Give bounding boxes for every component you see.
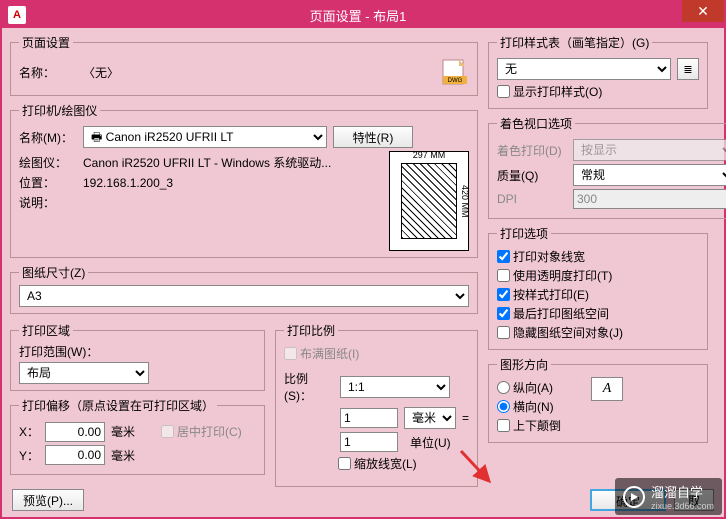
watermark-url: zixue.3d66.com bbox=[651, 501, 714, 511]
y-input[interactable] bbox=[45, 445, 105, 465]
center-checkbox bbox=[161, 425, 174, 438]
style-select[interactable]: 无 bbox=[497, 58, 671, 80]
ratio-label: 比例(S)： bbox=[284, 370, 334, 404]
plotter-value: Canon iR2520 UFRII LT - Windows 系统驱动... bbox=[83, 154, 331, 171]
watermark: 溜溜自学 zixue.3d66.com bbox=[615, 478, 722, 515]
opt-lw-label: 打印对象线宽 bbox=[513, 248, 585, 265]
scale-lw-label: 缩放线宽(L) bbox=[354, 455, 417, 472]
landscape-radio[interactable] bbox=[497, 400, 510, 413]
opt-hide-label: 隐藏图纸空间对象(J) bbox=[513, 324, 623, 341]
options-legend: 打印选项 bbox=[497, 225, 551, 242]
plot-area-group: 打印区域 打印范围(W)： 布局 bbox=[10, 322, 265, 391]
scale-legend: 打印比例 bbox=[284, 322, 338, 339]
viewport-legend: 着色视口选项 bbox=[497, 115, 575, 132]
style-group: 打印样式表（画笔指定）(G) 无 ≣ 显示打印样式(O) bbox=[488, 34, 708, 109]
paper-preview: 297 MM 420 MM bbox=[389, 151, 469, 251]
landscape-label: 横向(N) bbox=[513, 398, 554, 415]
paper-size-group: 图纸尺寸(Z) A3 bbox=[10, 264, 478, 314]
preview-height: 420 MM bbox=[460, 185, 470, 218]
svg-text:DWG: DWG bbox=[448, 78, 463, 84]
offset-group: 打印偏移（原点设置在可打印区域） X： 毫米 居中打印(C) bbox=[10, 397, 265, 475]
dpi-label: DPI bbox=[497, 192, 567, 206]
x-label: X： bbox=[19, 423, 39, 440]
portrait-radio[interactable] bbox=[497, 381, 510, 394]
y-label: Y： bbox=[19, 447, 39, 464]
desc-label: 说明： bbox=[19, 194, 77, 211]
opt-lw-checkbox[interactable] bbox=[497, 250, 510, 263]
titlebar: A 页面设置 - 布局1 ✕ bbox=[2, 2, 724, 28]
printer-name-label: 名称(M)： bbox=[19, 129, 77, 146]
opt-trans-label: 使用透明度打印(T) bbox=[513, 267, 612, 284]
scale-lw-checkbox[interactable] bbox=[338, 457, 351, 470]
upside-checkbox[interactable] bbox=[497, 419, 510, 432]
close-button[interactable]: ✕ bbox=[682, 0, 724, 22]
preview-width: 297 MM bbox=[413, 150, 446, 160]
range-label: 打印范围(W)： bbox=[19, 343, 256, 360]
unit-input[interactable] bbox=[340, 432, 398, 452]
options-group: 打印选项 打印对象线宽 使用透明度打印(T) 按样式打印(E) 最后打印图纸空间… bbox=[488, 225, 708, 350]
dwg-icon: DWG bbox=[441, 58, 469, 86]
fit-checkbox bbox=[284, 347, 297, 360]
printer-group: 打印机/绘图仪 名称(M)： 🖶 Canon iR2520 UFRII LT d… bbox=[10, 102, 478, 258]
upside-label: 上下颠倒 bbox=[513, 417, 561, 434]
show-style-checkbox[interactable] bbox=[497, 85, 510, 98]
page-setup-legend: 页面设置 bbox=[19, 34, 73, 51]
opt-paper-label: 最后打印图纸空间 bbox=[513, 305, 609, 322]
x-input[interactable] bbox=[45, 422, 105, 442]
printer-legend: 打印机/绘图仪 bbox=[19, 102, 100, 119]
window-title: 页面设置 - 布局1 bbox=[0, 6, 724, 25]
name-label: 名称： bbox=[19, 64, 77, 81]
plot-area-legend: 打印区域 bbox=[19, 322, 73, 339]
printer-select[interactable]: 🖶 Canon iR2520 UFRII LT bbox=[83, 126, 327, 148]
paper-size-select[interactable]: A3 bbox=[19, 285, 469, 307]
style-legend: 打印样式表（画笔指定）(G) bbox=[497, 34, 652, 51]
play-icon bbox=[623, 486, 645, 508]
scale-group: 打印比例 布满图纸(I) 比例(S)： 1:1 bbox=[275, 322, 478, 487]
style-edit-icon[interactable]: ≣ bbox=[677, 58, 699, 80]
page-setup-group: 页面设置 名称： 〈无〉 DWG bbox=[10, 34, 478, 96]
name-value: 〈无〉 bbox=[83, 64, 119, 81]
equals: = bbox=[462, 411, 469, 425]
show-style-label: 显示打印样式(O) bbox=[513, 83, 602, 100]
mm-input[interactable] bbox=[340, 408, 398, 428]
viewport-group: 着色视口选项 着色打印(D) 按显示 质量(Q) 常规 D bbox=[488, 115, 726, 219]
offset-legend: 打印偏移（原点设置在可打印区域） bbox=[19, 397, 217, 414]
orient-group: 图形方向 纵向(A) 横向(N) 上下颠倒 A bbox=[488, 356, 708, 443]
properties-button[interactable]: 特性(R) bbox=[333, 126, 413, 148]
opt-hide-checkbox[interactable] bbox=[497, 326, 510, 339]
portrait-label: 纵向(A) bbox=[513, 379, 553, 396]
range-select[interactable]: 布局 bbox=[19, 362, 149, 384]
watermark-brand: 溜溜自学 bbox=[651, 482, 714, 501]
opt-style-checkbox[interactable] bbox=[497, 288, 510, 301]
quality-label: 质量(Q) bbox=[497, 167, 567, 184]
ratio-select[interactable]: 1:1 bbox=[340, 376, 450, 398]
mm-unit-select[interactable]: 毫米 bbox=[404, 407, 456, 429]
unit-label: 单位(U) bbox=[410, 434, 451, 451]
orientation-icon: A bbox=[591, 377, 623, 401]
x-unit: 毫米 bbox=[111, 423, 135, 440]
plotter-label: 绘图仪： bbox=[19, 154, 77, 171]
center-label: 居中打印(C) bbox=[177, 423, 242, 440]
opt-paper-checkbox[interactable] bbox=[497, 307, 510, 320]
fit-label: 布满图纸(I) bbox=[300, 345, 359, 362]
paper-size-legend: 图纸尺寸(Z) bbox=[19, 264, 88, 281]
opt-trans-checkbox[interactable] bbox=[497, 269, 510, 282]
quality-select[interactable]: 常规 bbox=[573, 164, 726, 186]
dpi-input bbox=[573, 189, 726, 209]
location-label: 位置： bbox=[19, 174, 77, 191]
location-value: 192.168.1.200_3 bbox=[83, 176, 173, 190]
orient-legend: 图形方向 bbox=[497, 356, 551, 373]
shade-label: 着色打印(D) bbox=[497, 142, 567, 159]
opt-style-label: 按样式打印(E) bbox=[513, 286, 589, 303]
shade-select: 按显示 bbox=[573, 139, 726, 161]
preview-button[interactable]: 预览(P)... bbox=[12, 489, 84, 511]
y-unit: 毫米 bbox=[111, 447, 135, 464]
